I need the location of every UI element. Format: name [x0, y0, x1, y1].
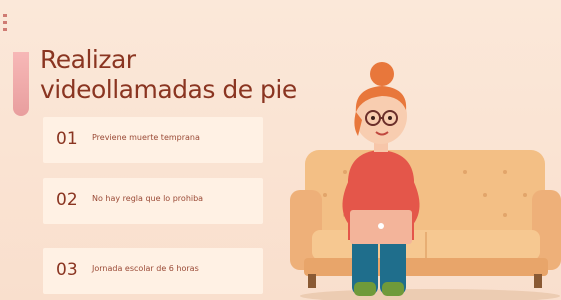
slide-title-line-2: videollamadas de pie: [40, 75, 297, 104]
item-number: 01: [56, 129, 78, 149]
list-item: 03 Jornada escolar de 6 horas: [43, 248, 263, 294]
item-text: Previene muerte temprana: [92, 133, 200, 142]
slide-frame: Realizar videollamadas de pie 01 Previen…: [0, 0, 561, 300]
slide-title: Realizar videollamadas de pie: [40, 45, 297, 105]
list-item: 01 Previene muerte temprana: [43, 117, 263, 163]
item-text: Jornada escolar de 6 horas: [92, 264, 199, 273]
person-hair-bun: [370, 62, 394, 86]
title-accent-bar: [13, 52, 29, 116]
list-item: 02 No hay regla que lo prohiba: [43, 178, 263, 224]
person-on-sofa-illustration: [290, 62, 561, 300]
item-text: No hay regla que lo prohiba: [92, 194, 204, 203]
sofa-back: [305, 150, 545, 232]
item-number: 02: [56, 190, 78, 210]
menu-dots-icon: [3, 14, 7, 31]
slide-title-line-1: Realizar: [40, 45, 136, 74]
item-number: 03: [56, 260, 78, 280]
